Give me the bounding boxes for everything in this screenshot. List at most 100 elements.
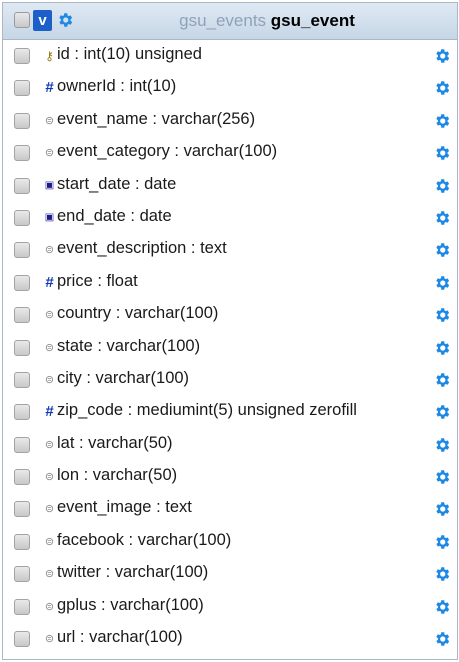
table-header[interactable]: v gsu_events gsu_event [3,3,457,40]
column-row[interactable]: ⊜ event_category : varchar(100) [3,137,457,169]
column-checkbox[interactable] [14,436,30,453]
column-label[interactable]: ownerId : int(10) [57,77,176,96]
column-label[interactable]: event_category : varchar(100) [57,142,277,161]
column-label[interactable]: state : varchar(100) [57,337,200,356]
text-icon: ⊜ [44,244,55,257]
column-label[interactable]: facebook : varchar(100) [57,531,231,550]
column-label[interactable]: twitter : varchar(100) [57,563,208,582]
key-icon: ⚷ [45,49,54,63]
gear-icon[interactable] [433,241,451,259]
column-row[interactable]: # zip_code : mediumint(5) unsigned zerofi… [3,396,457,428]
gear-icon[interactable] [433,47,451,65]
column-label[interactable]: zip_code : mediumint(5) unsigned zerofil… [57,401,357,420]
column-row[interactable]: # ownerId : int(10) [3,72,457,104]
gear-icon[interactable] [433,339,451,357]
gear-icon[interactable] [433,306,451,324]
text-icon: ⊜ [44,438,55,451]
column-checkbox[interactable] [14,404,30,421]
text-icon: ⊜ [44,503,55,516]
column-label[interactable]: event_name : varchar(256) [57,110,255,129]
column-label[interactable]: event_image : text [57,498,192,517]
column-checkbox[interactable] [14,307,30,324]
text-icon: ⊜ [44,147,55,160]
column-row[interactable]: ⊜ country : varchar(100) [3,299,457,331]
column-label[interactable]: country : varchar(100) [57,304,218,323]
column-label[interactable]: event_description : text [57,239,227,258]
column-checkbox[interactable] [14,48,30,64]
column-checkbox[interactable] [14,209,30,226]
text-icon: ⊜ [44,471,55,484]
column-checkbox[interactable] [14,598,30,615]
toggle-columns-button[interactable]: v [33,10,52,31]
numeric-icon: # [45,79,54,97]
column-row[interactable]: ⊜ state : varchar(100) [3,332,457,364]
column-label[interactable]: lat : varchar(50) [57,434,173,453]
column-checkbox[interactable] [14,339,30,356]
gear-icon[interactable] [433,630,451,648]
column-row[interactable]: ▣ start_date : date [3,170,457,202]
table-title[interactable]: gsu_events gsu_event [83,11,451,31]
column-checkbox[interactable] [14,371,30,388]
gear-icon[interactable] [433,436,451,454]
database-name: gsu_events [179,11,267,30]
column-label[interactable]: url : varchar(100) [57,628,183,647]
text-icon: ⊜ [44,373,55,386]
column-checkbox[interactable] [14,533,30,550]
column-checkbox[interactable] [14,274,30,291]
gear-icon[interactable] [433,598,451,616]
gear-icon[interactable] [433,565,451,583]
column-checkbox[interactable] [14,566,30,583]
gear-icon[interactable] [433,500,451,518]
column-checkbox[interactable] [14,242,30,259]
column-row[interactable]: ⊜ event_image : text [3,493,457,525]
column-row[interactable]: ⊜ facebook : varchar(100) [3,526,457,558]
column-row[interactable]: ⚷ id : int(10) unsigned [3,40,457,72]
numeric-icon: # [45,273,54,291]
column-row[interactable]: ⊜ event_description : text [3,234,457,266]
column-checkbox[interactable] [14,501,30,518]
column-checkbox[interactable] [14,631,30,648]
gear-icon[interactable] [433,468,451,486]
table-box: v gsu_events gsu_event ⚷ id : int(10) uns… [2,2,458,660]
column-checkbox[interactable] [14,469,30,486]
column-label[interactable]: city : varchar(100) [57,369,189,388]
column-label[interactable]: id : int(10) unsigned [57,45,202,64]
text-icon: ⊜ [44,309,55,322]
column-checkbox[interactable] [14,145,30,162]
gear-icon[interactable] [433,533,451,551]
gear-icon[interactable] [433,144,451,162]
gear-icon[interactable] [433,177,451,195]
numeric-icon: # [45,403,54,421]
column-row[interactable]: # price : float [3,267,457,299]
column-row[interactable]: ⊜ url : varchar(100) [3,623,457,655]
column-checkbox[interactable] [14,80,30,97]
column-label[interactable]: price : float [57,272,138,291]
column-checkbox[interactable] [14,177,30,194]
date-icon: ▣ [44,211,55,223]
column-label[interactable]: start_date : date [57,175,176,194]
column-list: ⚷ id : int(10) unsigned # ownerId : int(10)… [3,40,457,655]
column-label[interactable]: lon : varchar(50) [57,466,177,485]
column-row[interactable]: ⊜ gplus : varchar(100) [3,591,457,623]
gear-icon[interactable] [433,112,451,130]
column-checkbox[interactable] [14,112,30,129]
column-row[interactable]: ⊜ city : varchar(100) [3,364,457,396]
column-label[interactable]: end_date : date [57,207,172,226]
gear-icon[interactable] [433,403,451,421]
date-icon: ▣ [44,179,55,191]
column-row[interactable]: ⊜ lat : varchar(50) [3,429,457,461]
gear-icon[interactable] [433,79,451,97]
column-row[interactable]: ⊜ twitter : varchar(100) [3,558,457,590]
table-name: gsu_event [270,11,355,30]
column-row[interactable]: ⊜ lon : varchar(50) [3,461,457,493]
gear-icon[interactable] [56,11,74,29]
text-icon: ⊜ [44,341,55,354]
column-row[interactable]: ⊜ event_name : varchar(256) [3,105,457,137]
gear-icon[interactable] [433,209,451,227]
gear-icon[interactable] [433,274,451,292]
select-all-checkbox[interactable] [14,12,30,28]
gear-icon[interactable] [433,371,451,389]
column-label[interactable]: gplus : varchar(100) [57,596,204,615]
column-row[interactable]: ▣ end_date : date [3,202,457,234]
text-icon: ⊜ [44,535,55,548]
